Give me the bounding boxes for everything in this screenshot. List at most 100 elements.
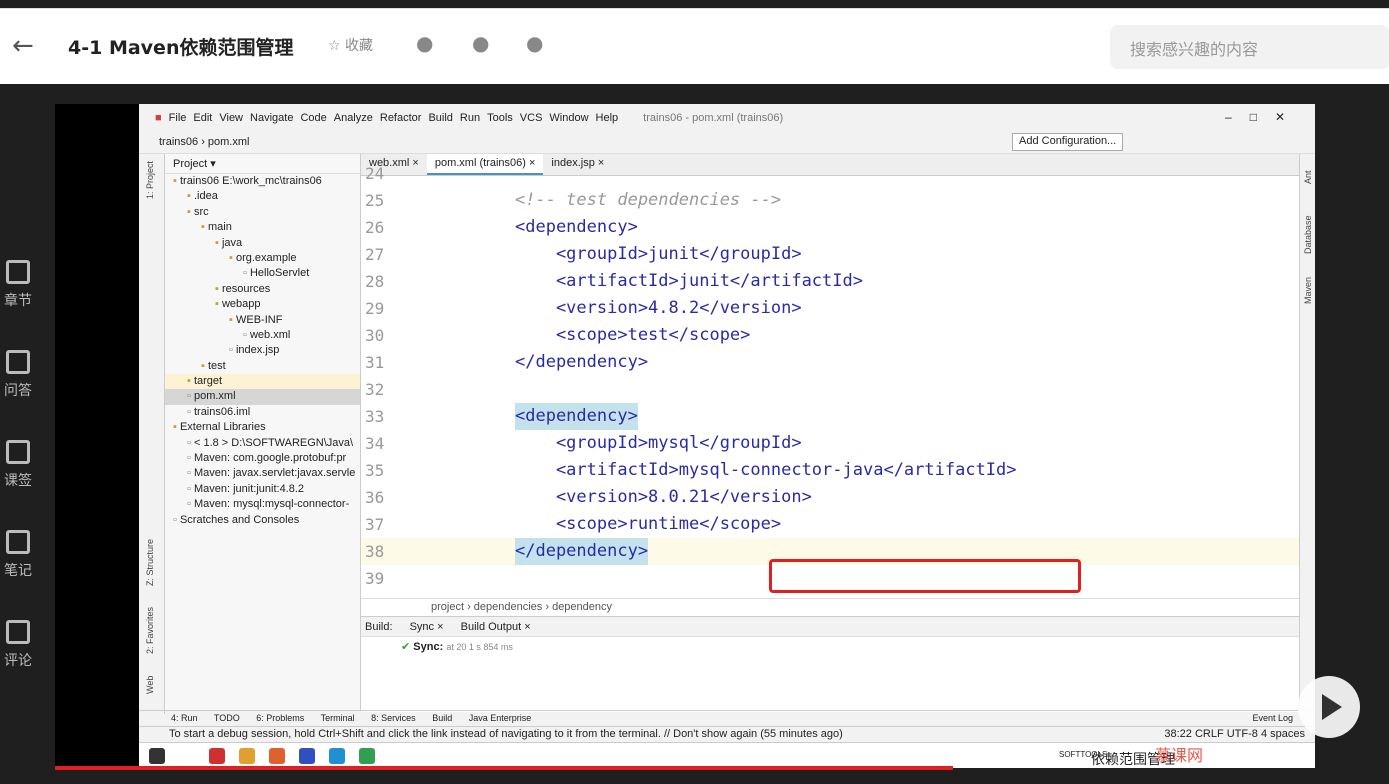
add-configuration-button[interactable]: Add Configuration... (1012, 133, 1124, 151)
line-number: 39 (365, 569, 385, 588)
weibo-icon[interactable]: ● (526, 31, 543, 55)
menu-navigate[interactable]: Navigate (250, 112, 293, 124)
code-line[interactable]: 26 <dependency> (361, 214, 1299, 241)
menu-analyze[interactable]: Analyze (334, 112, 373, 124)
video-player[interactable]: ■ File Edit View Navigate Code Analyze R… (55, 104, 1315, 768)
tree-item[interactable]: ▫ Maven: javax.servlet:javax.servle (165, 466, 360, 481)
tree-item[interactable]: ▪ resources (165, 282, 360, 297)
bottom-tab-build[interactable]: Build (432, 713, 452, 723)
play-icon[interactable] (1298, 676, 1360, 738)
tree-item[interactable]: ▪ .idea (165, 189, 360, 204)
bottom-tab-run[interactable]: 4: Run (171, 713, 198, 723)
maven-tool-label[interactable]: Maven (1303, 277, 1313, 304)
code-line[interactable]: 25 <!-- test dependencies --> (361, 187, 1299, 214)
watermark: 慕课网 (1155, 746, 1204, 765)
tree-item[interactable]: ▫ Maven: junit:junit:4.8.2 (165, 482, 360, 497)
code-line[interactable]: 37 <scope>runtime</scope> (361, 511, 1299, 538)
windows-start-icon[interactable] (149, 748, 165, 764)
app-icon[interactable] (209, 748, 225, 764)
intellij-taskbar-icon[interactable] (299, 748, 315, 764)
status-right[interactable]: 38:22 CRLF UTF-8 4 spaces (1164, 727, 1305, 742)
tree-item[interactable]: ▪ trains06 E:\work_mc\trains06 (165, 174, 360, 189)
tree-item[interactable]: ▪ target (165, 374, 360, 390)
nav-qa[interactable]: 问答 (0, 350, 36, 400)
favorites-tool-label[interactable]: 2: Favorites (145, 607, 155, 654)
tree-item[interactable]: ▪ src (165, 205, 360, 220)
folder-icon[interactable] (239, 748, 255, 764)
menu-code[interactable]: Code (300, 112, 326, 124)
file-icon: ▫ (187, 452, 194, 465)
tree-item[interactable]: ▪ test (165, 359, 360, 374)
app-icon[interactable] (269, 748, 285, 764)
menu-refactor[interactable]: Refactor (380, 112, 422, 124)
nav-bookmarks[interactable]: 课签 (0, 440, 36, 490)
tree-item[interactable]: ▫ Scratches and Consoles (165, 513, 360, 528)
project-tool-label[interactable]: 1: Project (145, 161, 155, 199)
bottom-tab-problems[interactable]: 6: Problems (256, 713, 304, 723)
code-line[interactable]: 27 <groupId>junit</groupId> (361, 241, 1299, 268)
tree-item[interactable]: ▫ Maven: mysql:mysql-connector- (165, 497, 360, 512)
ant-tool-label[interactable]: Ant (1303, 170, 1313, 184)
code-line[interactable]: 31 </dependency> (361, 349, 1299, 376)
code-line[interactable]: 35 <artifactId>mysql-connector-java</art… (361, 457, 1299, 484)
menu-edit[interactable]: Edit (193, 112, 212, 124)
code-line[interactable]: 34 <groupId>mysql</groupId> (361, 430, 1299, 457)
tree-item[interactable]: ▫ < 1.8 > D:\SOFTWAREGN\Java\ (165, 436, 360, 451)
code-editor[interactable]: web.xml × pom.xml (trains06) × index.jsp… (361, 154, 1299, 598)
tree-item[interactable]: ▫ web.xml (165, 328, 360, 343)
build-tab-output[interactable]: Build Output (461, 621, 522, 633)
menu-view[interactable]: View (219, 112, 243, 124)
code-line[interactable]: 28 <artifactId>junit</artifactId> (361, 268, 1299, 295)
tree-item[interactable]: ▪ org.example (165, 251, 360, 266)
favorite-button[interactable]: ☆ 收藏 (328, 35, 373, 55)
nav-notes[interactable]: 笔记 (0, 530, 36, 580)
bottom-tab-services[interactable]: 8: Services (371, 713, 416, 723)
app-icon[interactable] (359, 748, 375, 764)
video-progress-bar[interactable] (55, 766, 953, 770)
menu-vcs[interactable]: VCS (520, 112, 543, 124)
event-log-button[interactable]: Event Log (1252, 711, 1293, 726)
menu-tools[interactable]: Tools (487, 112, 513, 124)
back-arrow-icon[interactable]: ← (12, 31, 34, 61)
code-line[interactable]: 36 <version>8.0.21</version> (361, 484, 1299, 511)
nav-chapters[interactable]: 章节 (0, 260, 36, 310)
menu-run[interactable]: Run (460, 112, 480, 124)
menu-file[interactable]: File (169, 112, 187, 124)
wechat-icon[interactable]: ● (416, 31, 433, 55)
tree-item[interactable]: ▫ trains06.iml (165, 405, 360, 420)
edge-icon[interactable] (329, 748, 345, 764)
menu-window[interactable]: Window (549, 112, 588, 124)
web-tool-label[interactable]: Web (145, 676, 155, 694)
tree-item[interactable]: ▪ WEB-INF (165, 313, 360, 328)
tree-item[interactable]: ▫ Maven: com.google.protobuf:pr (165, 451, 360, 466)
search-input[interactable]: 搜索感兴趣的内容 (1110, 25, 1389, 69)
structure-tool-label[interactable]: Z: Structure (145, 539, 155, 586)
code-line[interactable]: 32 (361, 376, 1299, 403)
project-panel-header[interactable]: Project ▾ (165, 154, 360, 174)
bottom-tab-terminal[interactable]: Terminal (321, 713, 355, 723)
menu-build[interactable]: Build (428, 112, 452, 124)
code-line[interactable]: 33 <dependency> (361, 403, 1299, 430)
build-tab-sync[interactable]: Sync (410, 621, 434, 633)
tree-item[interactable]: ▫ index.jsp (165, 343, 360, 358)
breadcrumb[interactable]: project › dependencies › dependency (361, 598, 1299, 616)
qq-icon[interactable]: ● (472, 31, 489, 55)
code-line[interactable]: 29 <version>4.8.2</version> (361, 295, 1299, 322)
database-tool-label[interactable]: Database (1303, 215, 1313, 254)
sync-row[interactable]: ✔ Sync: at 20 1 s 854 ms (361, 637, 1299, 653)
window-controls[interactable]: –□✕ (1225, 110, 1303, 124)
menu-help[interactable]: Help (596, 112, 619, 124)
code-line[interactable]: 30 <scope>test</scope> (361, 322, 1299, 349)
code-line[interactable]: 24 (361, 160, 1299, 187)
tree-item[interactable]: ▪ External Libraries (165, 420, 360, 435)
bottom-tab-todo[interactable]: TODO (214, 713, 240, 723)
tree-item[interactable]: ▫ HelloServlet (165, 266, 360, 281)
tree-item[interactable]: ▪ webapp (165, 297, 360, 312)
bottom-tab-java-enterprise[interactable]: Java Enterprise (469, 713, 532, 723)
folder-icon: ▪ (215, 282, 222, 295)
project-label: Project (173, 158, 208, 170)
tree-item[interactable]: ▫ pom.xml (165, 389, 360, 405)
tree-item[interactable]: ▪ java (165, 236, 360, 251)
tree-item[interactable]: ▪ main (165, 220, 360, 235)
nav-comments[interactable]: 评论 (0, 620, 36, 670)
